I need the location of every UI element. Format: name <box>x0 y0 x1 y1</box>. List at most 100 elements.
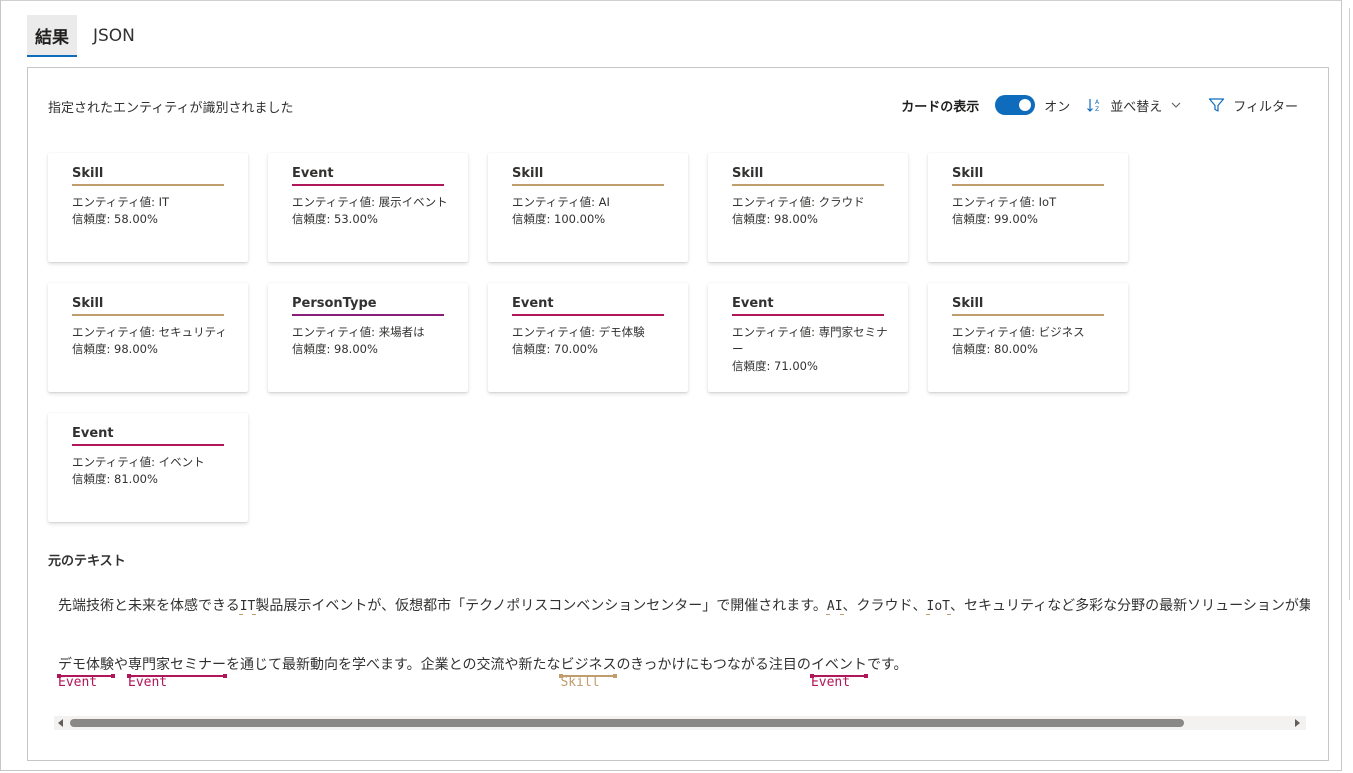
entity-card-value: エンティティ値: ビジネス <box>952 325 1085 339</box>
entity-highlight[interactable]: イベント Event <box>809 654 868 690</box>
entity-card-value: エンティティ値: イベント <box>72 455 205 469</box>
entity-card-body: エンティティ値: IoT 信頼度: 99.00% <box>952 194 1108 228</box>
entity-card-value: エンティティ値: 来場者は <box>292 325 425 339</box>
entity-card-divider <box>512 184 664 186</box>
results-toolbar: カードの表示 オン A Z 並べ替え フィルター <box>901 93 1298 117</box>
entity-card[interactable]: Event エンティティ値: イベント 信頼度: 81.00% <box>48 413 248 522</box>
entity-card[interactable]: Skill エンティティ値: クラウド 信頼度: 98.00% <box>708 153 908 262</box>
source-text-segment: 製品 <box>255 598 284 614</box>
entity-card-body: エンティティ値: IT 信頼度: 58.00% <box>72 194 228 228</box>
entity-highlight[interactable]: ビジネス Skill <box>559 654 618 690</box>
entity-highlight-text: 専門家セミナー <box>128 657 226 673</box>
tab-json[interactable]: JSON <box>85 15 143 57</box>
source-text-segment: 、 <box>950 598 965 614</box>
sort-button[interactable]: A Z 並べ替え <box>1086 96 1190 115</box>
source-text-segment: 、 <box>912 598 927 614</box>
filter-button[interactable]: フィルター <box>1208 96 1298 115</box>
entity-card-confidence: 信頼度: 99.00% <box>952 212 1038 226</box>
entity-card[interactable]: PersonType エンティティ値: 来場者は 信頼度: 98.00% <box>268 283 468 392</box>
entity-card-divider <box>72 184 224 186</box>
chevron-down-icon <box>1171 102 1181 108</box>
entity-card[interactable]: Event エンティティ値: 専門家セミナー 信頼度: 71.00% <box>708 283 908 392</box>
source-text-line-1: 先端技術と未来を体感できるITS…製品展示イベントEventが、仮想都市「テクノ… <box>58 595 1310 615</box>
entity-card-body: エンティティ値: イベント 信頼度: 81.00% <box>72 454 228 488</box>
entity-highlight-text: AI <box>826 599 843 614</box>
entity-card[interactable]: Skill エンティティ値: IT 信頼度: 58.00% <box>48 153 248 262</box>
entity-highlight[interactable]: 展示イベントEvent <box>283 595 367 615</box>
entity-card-body: エンティティ値: 展示イベント 信頼度: 53.00% <box>292 194 448 228</box>
entity-card-confidence: 信頼度: 70.00% <box>512 342 598 356</box>
entity-highlight[interactable]: ITS… <box>238 599 257 615</box>
entity-card-value: エンティティ値: AI <box>512 195 610 209</box>
entity-card-body: エンティティ値: デモ体験 信頼度: 70.00% <box>512 324 668 358</box>
entity-card-category: Skill <box>952 296 984 311</box>
source-text-segment: を通じて最新動向を学べます。企業との交流や新たな <box>226 657 561 673</box>
sort-label: 並べ替え <box>1110 99 1163 115</box>
entity-card[interactable]: Event エンティティ値: 展示イベント 信頼度: 53.00% <box>268 153 468 262</box>
entity-card-divider <box>292 314 444 316</box>
source-text-title: 元のテキスト <box>48 554 126 569</box>
scroll-left-arrow-icon[interactable] <box>56 718 66 728</box>
sort-icon: A Z <box>1087 99 1100 113</box>
entity-card-category: Skill <box>512 166 544 181</box>
entity-highlight-text: デモ体験 <box>58 657 114 673</box>
entity-card-category: Skill <box>72 296 104 311</box>
entity-highlight[interactable]: IoTS… <box>925 599 952 615</box>
scroll-right-arrow-icon[interactable] <box>1292 718 1302 728</box>
entity-card-value: エンティティ値: 展示イベント <box>292 195 448 209</box>
entity-highlight[interactable]: セキュリティSkill <box>964 595 1047 615</box>
entity-card-divider <box>732 184 884 186</box>
entity-card-category: Event <box>732 296 774 311</box>
entity-card-value: エンティティ値: IT <box>72 195 170 209</box>
window-edge <box>1342 8 1350 600</box>
entity-highlight[interactable]: 専門家セミナー Event <box>127 654 227 690</box>
source-text-segment: 、 <box>842 598 857 614</box>
entity-card-divider <box>72 314 224 316</box>
result-tabs: 結果 JSON <box>27 15 143 59</box>
card-view-toggle[interactable] <box>995 95 1036 115</box>
source-text-segment: が、仮想都市「テクノポリスコンベンションセンター」で開催されます。 <box>367 598 827 614</box>
entity-card-body: エンティティ値: ビジネス 信頼度: 80.00% <box>952 324 1108 358</box>
entity-card-divider <box>952 184 1104 186</box>
entity-highlight[interactable]: クラウドSkill <box>857 595 913 615</box>
source-text-segment: 先端技術と未来を体感できる <box>58 598 240 614</box>
entity-category-label: Event <box>810 675 851 690</box>
entity-highlight[interactable]: AIS… <box>825 599 844 615</box>
entity-card[interactable]: Skill エンティティ値: ビジネス 信頼度: 80.00% <box>928 283 1128 392</box>
source-text-segment: など多彩な分野の最新ソリューションが集 <box>1047 598 1310 614</box>
app-window: 結果 JSON 指定されたエンティティが識別されました カードの表示 オン A … <box>0 0 1342 771</box>
entity-card-confidence: 信頼度: 98.00% <box>292 342 378 356</box>
source-text-line-2: デモ体験 Event や専門家セミナー Event を通じて最新動向を学べます。企業との… <box>57 654 908 690</box>
entity-card-divider <box>512 314 664 316</box>
entity-card[interactable]: Skill エンティティ値: IoT 信頼度: 99.00% <box>928 153 1128 262</box>
entity-card-value: エンティティ値: クラウド <box>732 195 865 209</box>
entity-card-divider <box>72 444 224 446</box>
entity-card-category: Skill <box>72 166 104 181</box>
entity-card[interactable]: Event エンティティ値: デモ体験 信頼度: 70.00% <box>488 283 688 392</box>
entity-card-category: Event <box>72 426 114 441</box>
results-panel: 指定されたエンティティが識別されました カードの表示 オン A Z 並べ替え フ… <box>27 67 1329 761</box>
card-view-label: カードの表示 <box>901 99 980 115</box>
entity-category-label: Skill <box>560 675 600 690</box>
entity-highlight-text: セキュリティ <box>964 598 1048 614</box>
scrollbar-thumb[interactable] <box>70 719 1184 727</box>
filter-label: フィルター <box>1233 99 1298 115</box>
entity-card[interactable]: Skill エンティティ値: セキュリティ 信頼度: 98.00% <box>48 283 248 392</box>
entity-card-confidence: 信頼度: 81.00% <box>72 472 158 486</box>
entity-card-body: エンティティ値: セキュリティ 信頼度: 98.00% <box>72 324 228 358</box>
entity-card-value: エンティティ値: 専門家セミナー <box>732 325 888 356</box>
entity-card-confidence: 信頼度: 53.00% <box>292 212 378 226</box>
entity-card-confidence: 信頼度: 80.00% <box>952 342 1038 356</box>
horizontal-scrollbar[interactable] <box>54 716 1306 730</box>
entity-category-label: Event <box>58 675 98 690</box>
entity-card-body: エンティティ値: 来場者は 信頼度: 98.00% <box>292 324 448 358</box>
entity-highlight[interactable]: デモ体験 Event <box>57 654 115 690</box>
tab-results[interactable]: 結果 <box>27 15 77 57</box>
entity-card-confidence: 信頼度: 100.00% <box>512 212 606 226</box>
entity-card-category: Skill <box>952 166 984 181</box>
entity-card-confidence: 信頼度: 98.00% <box>72 342 158 356</box>
entity-card-divider <box>732 314 884 316</box>
entity-card-category: Event <box>512 296 554 311</box>
results-headline: 指定されたエンティティが識別されました <box>48 101 294 116</box>
entity-card[interactable]: Skill エンティティ値: AI 信頼度: 100.00% <box>488 153 688 262</box>
